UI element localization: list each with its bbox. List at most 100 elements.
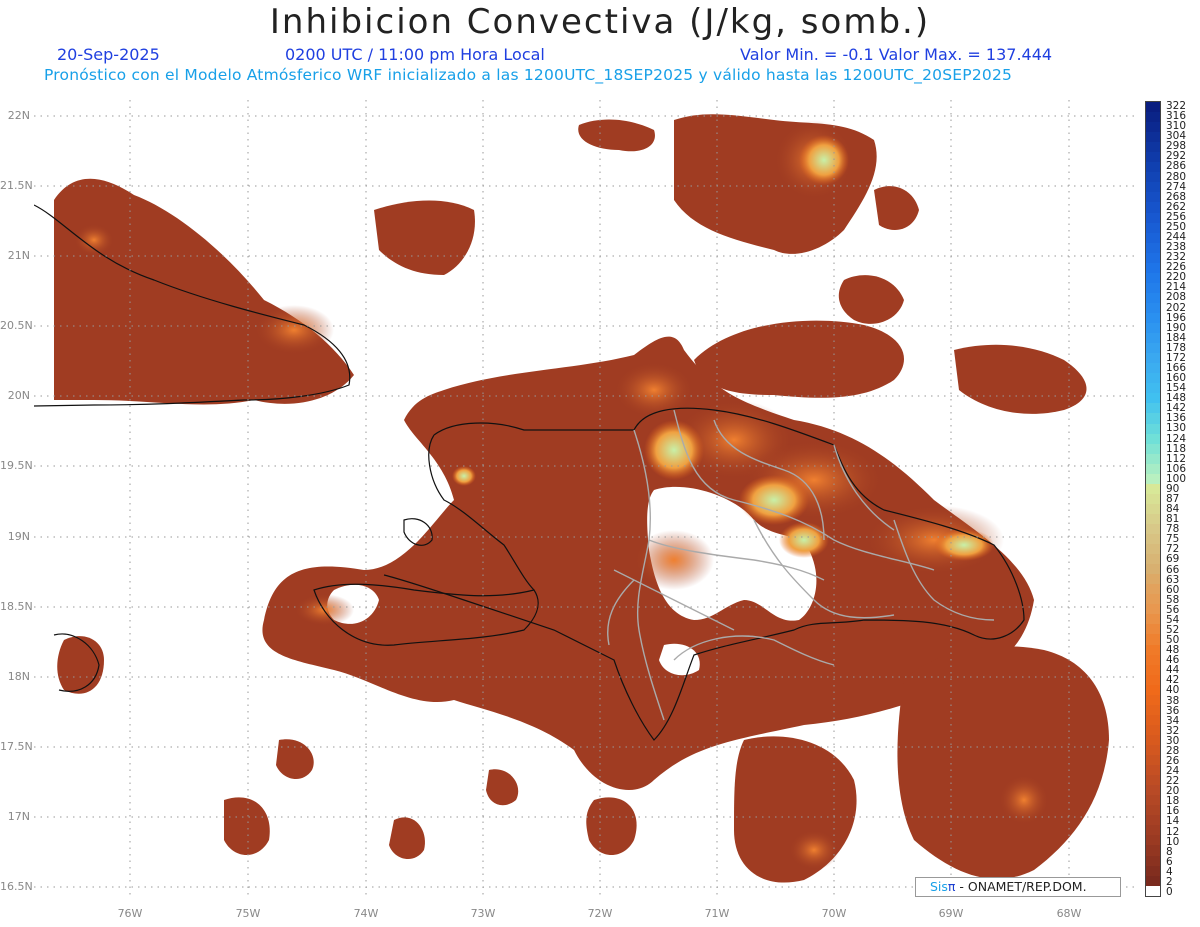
colorbar-cell	[1146, 875, 1160, 886]
colorbar-cell	[1146, 393, 1160, 404]
lon-label: 71W	[704, 907, 730, 920]
credit-box: Sisπ - ONAMET/REP.DOM.	[915, 877, 1121, 897]
colorbar-cell	[1146, 724, 1160, 735]
colorbar-cell	[1146, 433, 1160, 444]
cin-area	[838, 275, 904, 324]
colorbar-cell	[1146, 614, 1160, 625]
cin-area	[57, 636, 104, 694]
colorbar-cell	[1146, 463, 1160, 474]
colorbar-cell	[1146, 353, 1160, 364]
cin-area	[374, 200, 475, 275]
colorbar-cell	[1146, 714, 1160, 725]
lat-label: 21.5N	[0, 179, 33, 192]
colorbar-cell	[1146, 674, 1160, 685]
colorbar-cell	[1146, 413, 1160, 424]
colorbar-cell	[1146, 162, 1160, 173]
high-cin-area	[739, 475, 809, 525]
colorbar-cell	[1146, 554, 1160, 565]
colorbar-cell	[1146, 503, 1160, 514]
colorbar-cell	[1146, 202, 1160, 213]
colorbar-cell	[1146, 765, 1160, 776]
colorbar-cell	[1146, 523, 1160, 535]
high-cin-area	[779, 522, 829, 558]
colorbar-cell	[1146, 453, 1160, 464]
colorbar-cell	[1146, 544, 1160, 555]
colorbar-cell	[1146, 825, 1160, 836]
lon-label: 76W	[117, 907, 143, 920]
lon-label: 70W	[821, 907, 847, 920]
colorbar-cell	[1146, 363, 1160, 374]
colorbar-cell	[1146, 734, 1160, 745]
cin-area	[954, 344, 1087, 414]
colorbar-cell	[1146, 323, 1160, 334]
colorbar-cell	[1146, 333, 1160, 344]
colorbar-tick-label: 208	[1166, 291, 1187, 304]
colorbar-cell	[1146, 493, 1160, 504]
colorbar-cell	[1146, 865, 1160, 876]
cin-area	[276, 739, 314, 780]
colorbar-tick-label: 0	[1166, 885, 1173, 898]
cin-map	[34, 100, 1136, 896]
colorbar-tick-label: 40	[1166, 684, 1180, 697]
colorbar-cell	[1146, 755, 1160, 766]
cin-area	[586, 797, 637, 855]
colorbar-cell	[1146, 443, 1160, 454]
colorbar-cell	[1146, 192, 1160, 203]
colorbar-cell	[1146, 403, 1160, 414]
colorbar-cell	[1146, 664, 1160, 675]
colorbar-cell	[1146, 654, 1160, 665]
colorbar-cell	[1146, 785, 1160, 796]
colorbar-cell	[1146, 112, 1160, 123]
colorbar-cell	[1146, 312, 1160, 324]
high-cin-area	[452, 466, 476, 486]
lon-label: 75W	[235, 907, 261, 920]
lat-label: 16.5N	[0, 880, 33, 893]
colorbar-cell	[1146, 232, 1160, 243]
warm-area	[614, 362, 694, 418]
lat-label: 20N	[7, 389, 30, 402]
colorbar-cell	[1146, 473, 1160, 484]
colorbar-cell	[1146, 594, 1160, 605]
lat-label: 22N	[7, 109, 30, 122]
credit-sis: Sis	[930, 879, 948, 894]
colorbar-cell	[1146, 855, 1160, 866]
credit-org: - ONAMET/REP.DOM.	[955, 879, 1087, 894]
colorbar-cell	[1146, 423, 1160, 434]
cin-area	[694, 320, 904, 398]
colorbar-cell	[1146, 885, 1160, 896]
cin-area	[224, 797, 270, 855]
map-title: Inhibicion Convectiva (J/kg, somb.)	[269, 2, 931, 42]
high-cin-area	[934, 529, 994, 561]
colorbar-cell	[1146, 212, 1160, 223]
colorbar-cell	[1146, 252, 1160, 263]
lat-label: 18N	[7, 670, 30, 683]
colorbar-cell	[1146, 694, 1160, 705]
lon-label: 68W	[1056, 907, 1082, 920]
colorbar-cell	[1146, 373, 1160, 384]
colorbar-cell	[1146, 845, 1160, 856]
colorbar-cell	[1146, 102, 1160, 113]
lon-label: 72W	[587, 907, 613, 920]
colorbar-cell	[1146, 272, 1160, 283]
forecast-date: 20-Sep-2025	[57, 45, 160, 64]
lon-label: 69W	[938, 907, 964, 920]
warm-area	[74, 224, 114, 256]
lat-label: 21N	[7, 249, 30, 262]
colorbar-cell	[1146, 564, 1160, 575]
colorbar-cell	[1146, 775, 1160, 786]
cin-area	[578, 119, 655, 152]
lat-label: 18.5N	[0, 600, 33, 613]
warm-area	[634, 530, 714, 590]
lat-label: 20.5N	[0, 319, 33, 332]
colorbar-cell	[1146, 513, 1160, 524]
colorbar-tick-label: 12	[1166, 825, 1180, 838]
colorbar-cell	[1146, 172, 1160, 183]
colorbar-cell	[1146, 142, 1160, 153]
colorbar-cell	[1146, 132, 1160, 143]
cin-area	[54, 178, 354, 405]
colorbar-cell	[1146, 805, 1160, 816]
colorbar-cell	[1146, 483, 1160, 494]
colorbar-cell	[1146, 624, 1160, 635]
colorbar-cell	[1146, 262, 1160, 273]
colorbar-cell	[1146, 584, 1160, 595]
